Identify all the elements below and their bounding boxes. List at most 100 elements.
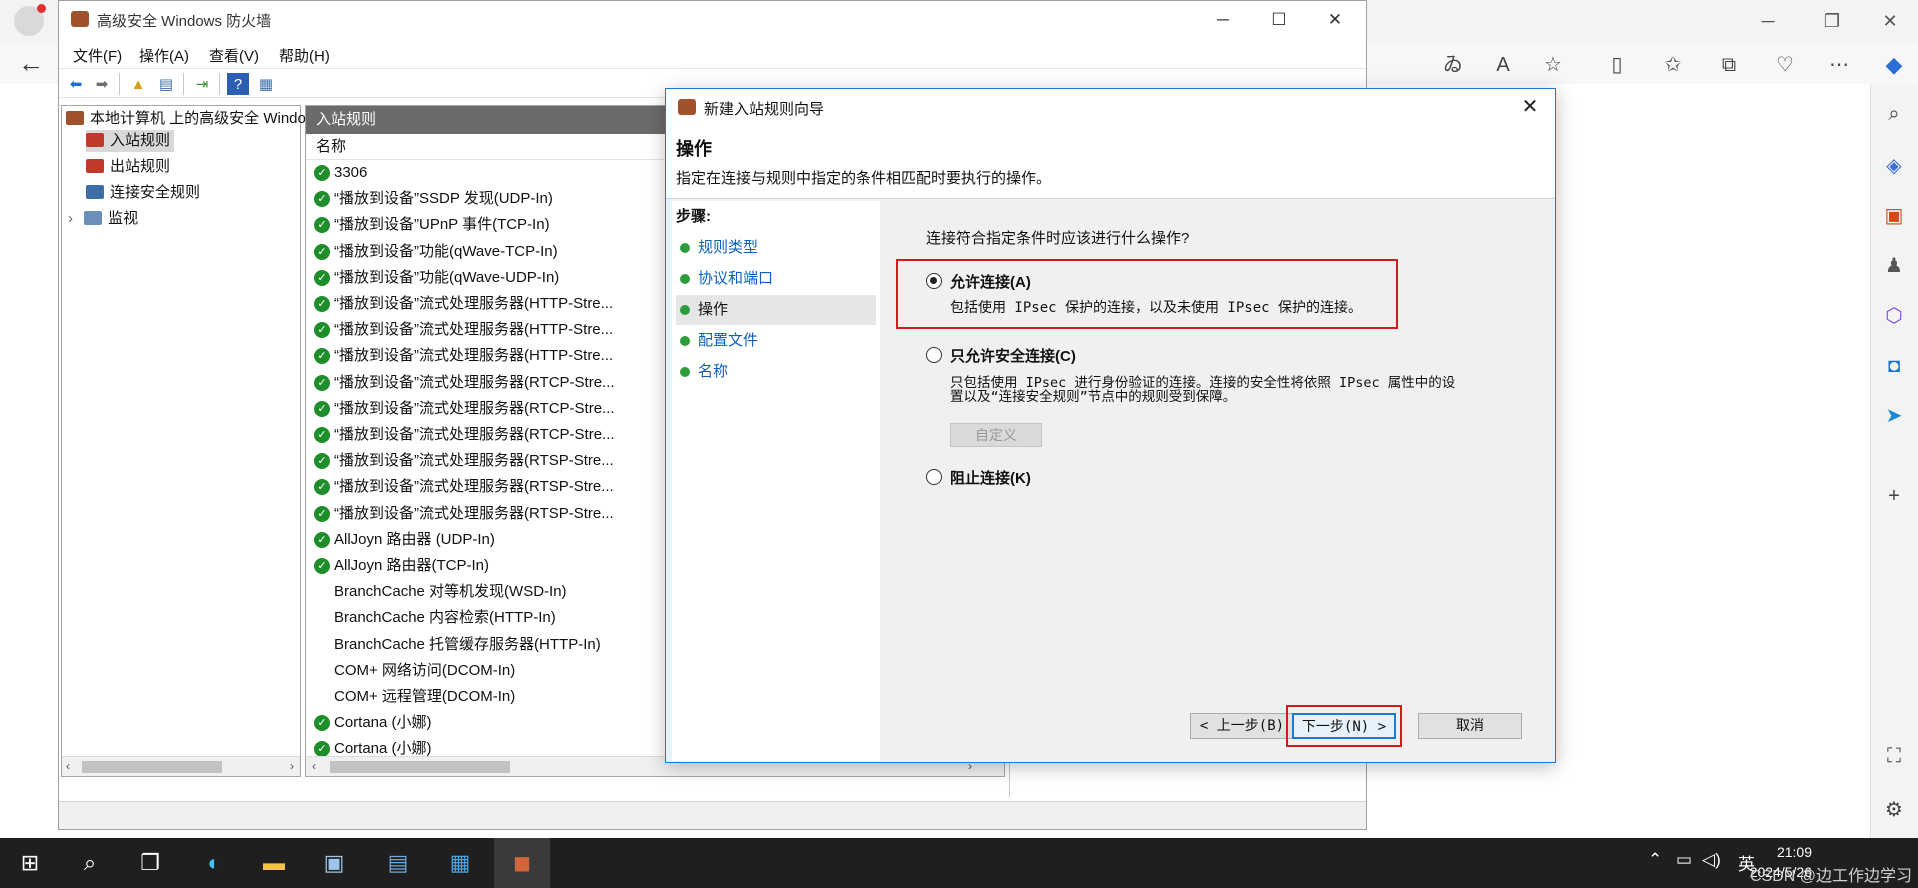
tree-item-connection-security[interactable]: 连接安全规则 [86, 182, 200, 204]
step-bullet [680, 367, 690, 377]
search-icon[interactable]: ⌕ [1876, 96, 1912, 132]
tree-item-inbound[interactable]: 入站规则 [86, 130, 175, 152]
enabled-check-icon: ✓ [314, 479, 330, 496]
allow-radio[interactable] [926, 273, 942, 289]
volume-icon[interactable]: ◁) [1702, 850, 1721, 870]
monitor-icon [84, 211, 103, 225]
export-icon[interactable]: ⇥ [191, 73, 213, 95]
minimize-button[interactable]: ─ [1201, 6, 1245, 34]
back-icon[interactable]: ⬅ [65, 73, 87, 95]
tag-icon[interactable]: ◈ [1876, 148, 1912, 184]
menu-view[interactable]: 查看(V) [209, 45, 259, 66]
favorites-icon[interactable]: ✩ [1656, 50, 1690, 80]
add-icon[interactable]: + [1876, 478, 1912, 514]
back-button[interactable]: < 上一步(B) [1190, 713, 1294, 739]
enabled-check-icon: ✓ [314, 374, 330, 391]
menu-file[interactable]: 文件(F) [73, 45, 122, 66]
games-icon[interactable]: ♟ [1876, 248, 1912, 284]
rule-name: “播放到设备”流式处理服务器(RTCP-Stre... [334, 373, 615, 391]
show-action-pane-icon[interactable]: ▦ [255, 73, 277, 95]
health-icon[interactable]: ♡ [1768, 50, 1802, 80]
browser-minimize-button[interactable]: ─ [1748, 8, 1788, 34]
cancel-button[interactable]: 取消 [1418, 713, 1522, 739]
firewall-app-icon [71, 11, 89, 27]
office-icon[interactable]: ⬡ [1876, 298, 1912, 334]
back-arrow-icon[interactable]: ← [18, 48, 44, 79]
rule-name: “播放到设备”流式处理服务器(RTSP-Stre... [334, 478, 614, 496]
settings-icon[interactable]: ⚙ [1876, 792, 1912, 828]
tree-root[interactable]: 本地计算机 上的高级安全 Windows [66, 108, 324, 130]
rule-name: Cortana (小娜) [334, 714, 432, 732]
enabled-check-icon: ✓ [314, 296, 330, 312]
document-icon[interactable]: ▤ [370, 838, 426, 888]
enabled-check-icon: ✓ [314, 217, 330, 234]
immersive-icon[interactable]: A [1486, 50, 1520, 80]
step-name[interactable]: 名称 [676, 357, 876, 387]
maximize-button[interactable]: ☐ [1257, 6, 1301, 34]
allow-secure-radio[interactable] [926, 347, 942, 363]
send-icon[interactable]: ➤ [1876, 398, 1912, 434]
remote-desktop-icon[interactable]: ▦ [432, 838, 488, 888]
step-profile[interactable]: 配置文件 [676, 326, 876, 356]
tree-item-outbound[interactable]: 出站规则 [86, 156, 170, 178]
firewall-taskbar-icon[interactable]: ◼ [494, 838, 550, 888]
customize-button[interactable]: 自定义 [950, 423, 1042, 447]
column-name[interactable]: 名称 [316, 134, 346, 160]
step-protocol-port[interactable]: 协议和端口 [676, 264, 876, 294]
up-folder-icon[interactable]: ▲ [127, 73, 149, 95]
show-tree-icon[interactable]: ▤ [155, 73, 177, 95]
screenshot-icon[interactable]: ⛶ [1876, 738, 1912, 774]
browser-close-button[interactable]: ✕ [1870, 8, 1910, 34]
browser-restore-button[interactable]: ❐ [1812, 8, 1852, 34]
start-icon[interactable]: ⊞ [2, 838, 58, 888]
network-icon[interactable]: ▭ [1676, 850, 1692, 870]
edge-icon[interactable]: ◐ [186, 838, 242, 888]
block-radio[interactable] [926, 469, 942, 485]
tree-item-label: 出站规则 [110, 158, 171, 175]
step-rule-type[interactable]: 规则类型 [676, 233, 876, 263]
step-label: 操作 [698, 301, 729, 318]
scroll-right-icon[interactable]: › [290, 759, 294, 773]
close-button[interactable]: ✕ [1313, 6, 1357, 34]
steps-title: 步骤: [676, 208, 711, 225]
next-button[interactable]: 下一步(N) > [1292, 713, 1396, 739]
option-title: 只允许安全连接(C) [950, 348, 1076, 365]
rule-name: “播放到设备”功能(qWave-UDP-In) [334, 268, 560, 286]
menu-action[interactable]: 操作(A) [139, 45, 189, 66]
read-aloud-icon[interactable]: ゐ [1436, 50, 1470, 80]
split-screen-icon[interactable]: ▯ [1600, 50, 1634, 80]
copilot-icon[interactable]: ◆ [1874, 48, 1914, 82]
collections-icon[interactable]: ⧉ [1712, 50, 1746, 80]
menu-help[interactable]: 帮助(H) [279, 45, 330, 66]
server-manager-icon[interactable]: ▣ [306, 838, 362, 888]
tree-item-monitor[interactable]: › 监视 [68, 208, 138, 230]
step-bullet [680, 336, 690, 346]
outlook-icon[interactable]: ◘ [1876, 348, 1912, 384]
favorite-star-icon[interactable]: ☆ [1536, 50, 1570, 80]
tray-chevron-icon[interactable]: ⌃ [1648, 850, 1662, 870]
more-icon[interactable]: ⋯ [1822, 50, 1856, 80]
step-label: 规则类型 [698, 239, 759, 256]
toolbox-icon[interactable]: ▣ [1876, 198, 1912, 234]
tree-hscrollbar[interactable]: ‹ › [62, 756, 300, 776]
file-explorer-icon[interactable]: ▬ [246, 838, 302, 888]
forward-icon[interactable]: ➡ [91, 73, 113, 95]
toolbar-separator [219, 73, 220, 95]
step-action[interactable]: 操作 [676, 295, 876, 325]
scroll-thumb[interactable] [330, 761, 510, 773]
wizard-close-button[interactable]: ✕ [1515, 94, 1545, 120]
help-icon[interactable]: ? [227, 73, 249, 95]
scroll-thumb[interactable] [82, 761, 222, 773]
menu-bar: 文件(F) 操作(A) 查看(V) 帮助(H) [59, 39, 1366, 67]
new-inbound-rule-wizard: 新建入站规则向导 ✕ 操作 指定在连接与规则中指定的条件相匹配时要执行的操作。 … [665, 88, 1556, 763]
scroll-left-icon[interactable]: ‹ [66, 759, 70, 773]
firewall-icon [66, 111, 84, 125]
task-view-icon[interactable]: ❐ [122, 838, 178, 888]
scroll-left-icon[interactable]: ‹ [312, 759, 316, 773]
search-icon[interactable]: ⌕ [62, 838, 118, 888]
clock-time: 21:09 [1776, 844, 1812, 860]
expand-chevron-icon[interactable]: › [68, 208, 80, 230]
enabled-check-icon: ✓ [314, 505, 330, 522]
firewall-titlebar: 高级安全 Windows 防火墙 [59, 1, 1366, 39]
profile-avatar[interactable] [14, 4, 46, 36]
